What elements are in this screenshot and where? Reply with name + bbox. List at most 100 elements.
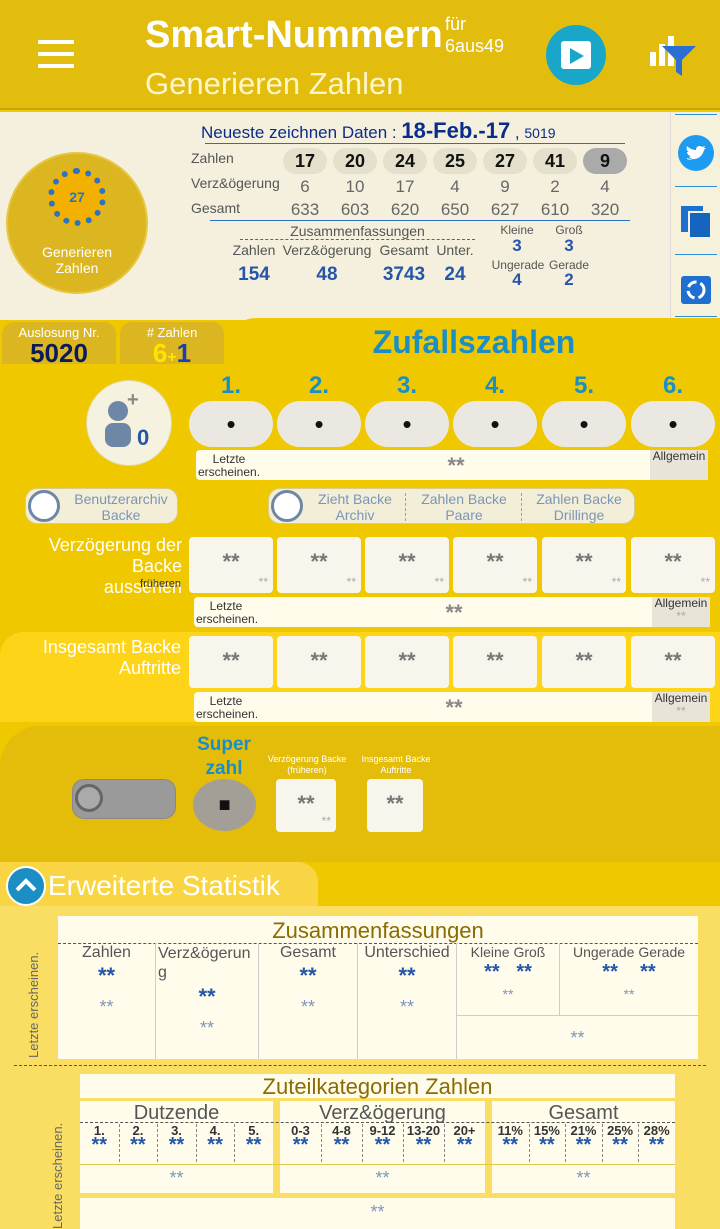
pairs-button[interactable]: Zahlen Backe Paare bbox=[407, 491, 521, 523]
category-col-value: ** bbox=[168, 1134, 185, 1156]
clock-icon bbox=[28, 490, 60, 522]
even-value: 2 bbox=[564, 270, 574, 289]
number-slot-5[interactable]: • bbox=[542, 401, 626, 447]
delay-box-6: ** ** bbox=[631, 537, 715, 593]
stats-last: ** bbox=[570, 1028, 585, 1048]
vertical-label: Letzte erscheinen. bbox=[50, 1122, 65, 1229]
user-archive-button[interactable]: Benutzerarchiv Backe bbox=[25, 488, 178, 524]
sum-head-numbers: Zahlen bbox=[232, 242, 276, 258]
latest-draw-title: Neueste zeichnen Daten : 18-Feb.-17 , 50… bbox=[201, 118, 556, 143]
delay-cat-last: ** bbox=[375, 1168, 390, 1188]
user-avatar-button[interactable]: + 0 bbox=[86, 380, 172, 466]
stats-col-diff: Unterschied bbox=[364, 944, 450, 961]
total-section-title: Insgesamt Backe Auftritte bbox=[42, 637, 181, 678]
super-archive-button[interactable] bbox=[72, 779, 176, 819]
delay-note: früheren bbox=[140, 578, 181, 590]
column-4: 4. bbox=[484, 372, 505, 399]
play-store-icon[interactable] bbox=[546, 25, 606, 85]
column-6: 6. bbox=[662, 372, 683, 399]
sum-head-total: Gesamt bbox=[379, 242, 429, 258]
delay-box-5: ** ** bbox=[542, 537, 626, 593]
super-number-slot[interactable]: ■ bbox=[193, 779, 256, 831]
menu-icon[interactable] bbox=[38, 40, 74, 68]
number-slot-3[interactable]: • bbox=[365, 401, 449, 447]
delay-box-4: ** ** bbox=[453, 537, 537, 593]
total-value: 650 bbox=[440, 200, 470, 219]
divider bbox=[210, 220, 630, 221]
total-value: 603 bbox=[340, 200, 370, 219]
small-value: 3 bbox=[512, 236, 522, 255]
category-col-value: ** bbox=[207, 1134, 223, 1156]
copy-icon[interactable] bbox=[677, 202, 715, 240]
super-total-box: ** bbox=[367, 779, 423, 832]
super-delay-box: ** ** bbox=[276, 779, 336, 832]
total-box-2: ** bbox=[277, 636, 361, 688]
generate-label[interactable]: Generieren Zahlen bbox=[6, 244, 148, 276]
page-subtitle: Generieren Zahlen bbox=[145, 66, 404, 101]
number-slot-6[interactable]: • bbox=[631, 401, 715, 447]
category-col-value: ** bbox=[415, 1134, 432, 1156]
category-col-value: ** bbox=[648, 1134, 665, 1156]
chevron-up-icon[interactable] bbox=[6, 866, 46, 906]
stats-col-delay: Verz&ögerun g bbox=[158, 945, 251, 981]
app-title-game: 6aus49 bbox=[445, 36, 505, 56]
total-box-5: ** bbox=[542, 636, 626, 688]
drawn-number: 27 bbox=[483, 148, 527, 174]
stats-value: ** bbox=[398, 963, 416, 988]
category-col-value: ** bbox=[374, 1134, 391, 1156]
twitter-icon[interactable] bbox=[677, 134, 715, 172]
delay-value: 17 bbox=[395, 177, 415, 196]
number-slot-4[interactable]: • bbox=[453, 401, 537, 447]
stats-last: ** bbox=[300, 997, 315, 1017]
total-box-4: ** bbox=[453, 636, 537, 688]
drawn-number: 24 bbox=[383, 148, 427, 174]
super-total-head: Insgesamt Backe Auftritte bbox=[361, 754, 431, 775]
stats-value: ** bbox=[299, 963, 317, 988]
stats-last: ** bbox=[623, 986, 635, 1002]
category-col-value: ** bbox=[456, 1134, 473, 1156]
total-box-6: ** bbox=[631, 636, 715, 688]
number-slot-2[interactable]: • bbox=[277, 401, 361, 447]
stats-value: ** ** bbox=[602, 961, 656, 983]
total-box-1: ** bbox=[189, 636, 273, 688]
super-number-label: Super zahl bbox=[197, 734, 251, 779]
triplets-button[interactable]: Zahlen Backe Drillinge bbox=[523, 491, 635, 523]
category-col-value: ** bbox=[575, 1134, 592, 1156]
allgemein-label: Allgemein bbox=[650, 450, 708, 480]
total-cat-last: ** bbox=[576, 1168, 591, 1188]
vertical-label: Letzte erscheinen. bbox=[26, 951, 41, 1058]
row-label-delay: Verz&ögerung bbox=[191, 175, 280, 191]
sum-val-total: 3743 bbox=[382, 264, 426, 285]
category-col-value: ** bbox=[91, 1134, 108, 1156]
total-value: 320 bbox=[590, 200, 620, 219]
delay-value: 4 bbox=[600, 177, 610, 196]
delay-box-2: ** ** bbox=[277, 537, 361, 593]
delay-value: 6 bbox=[300, 177, 310, 196]
delay-last-bar: Letzte erscheinen. ** Allgemein ** bbox=[194, 597, 710, 627]
total-last-bar: Letzte erscheinen. ** Allgemein ** bbox=[194, 692, 710, 722]
category-col-value: ** bbox=[539, 1134, 555, 1156]
delay-value: 2 bbox=[550, 177, 560, 196]
extended-stats-title: Erweiterte Statistik bbox=[48, 870, 280, 901]
draw-archive-button[interactable]: Zieht Backe Archiv bbox=[305, 491, 405, 523]
total-value: 610 bbox=[540, 200, 570, 219]
stats-col-total: Gesamt bbox=[279, 944, 336, 961]
total-value: 620 bbox=[390, 200, 420, 219]
recycle-icon[interactable] bbox=[677, 270, 715, 308]
category-col-value: ** bbox=[333, 1134, 350, 1156]
category-last: ** bbox=[370, 1202, 385, 1222]
drawn-number: 41 bbox=[533, 148, 577, 174]
category-col-value: ** bbox=[130, 1134, 146, 1156]
drawn-number: 25 bbox=[433, 148, 477, 174]
delay-value: 10 bbox=[345, 177, 365, 196]
sum-val-numbers: 154 bbox=[238, 264, 270, 285]
category-col-value: ** bbox=[292, 1134, 309, 1156]
filter-chart-icon[interactable] bbox=[648, 30, 698, 80]
stats-value: ** bbox=[198, 984, 216, 1009]
odd-value: 4 bbox=[512, 270, 522, 289]
stats-col-odd-even: Ungerade Gerade bbox=[572, 944, 686, 960]
number-slot-1[interactable]: • bbox=[189, 401, 273, 447]
column-2: 2. bbox=[308, 372, 329, 399]
app-title: Smart-Nummern bbox=[145, 14, 443, 56]
sum-head-diff: Unter. bbox=[436, 242, 474, 258]
